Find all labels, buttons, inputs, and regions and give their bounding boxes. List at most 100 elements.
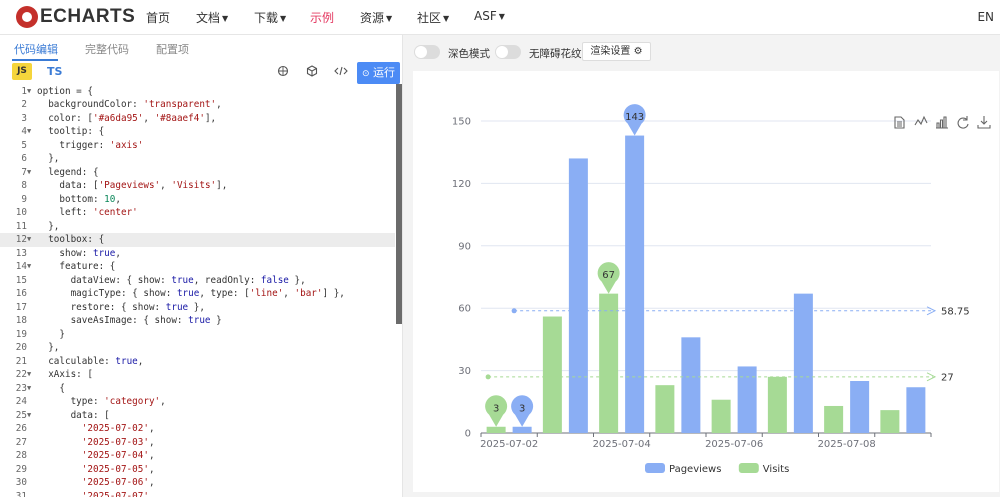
run-button[interactable]: ⊙ 运行: [357, 62, 400, 84]
code-line[interactable]: 17 restore: { show: true },: [0, 301, 395, 315]
lang-js-button[interactable]: JS: [12, 63, 32, 80]
echarts-logo[interactable]: ECHARTS: [16, 6, 135, 28]
line-number: 12: [15, 234, 27, 245]
y-tick-label: 90: [458, 241, 471, 252]
line-number: 5: [21, 139, 27, 151]
fold-icon[interactable]: ▼: [27, 125, 31, 139]
language-switch[interactable]: EN: [977, 10, 994, 24]
code-text: '2025-07-04',: [81, 450, 155, 461]
code-line[interactable]: 18 saveAsImage: { show: true }: [0, 314, 395, 328]
bar-pageviews: [681, 337, 701, 433]
render-settings-button[interactable]: 渲染设置 ⚙: [582, 42, 651, 61]
code-text: }: [37, 328, 65, 340]
code-line[interactable]: 6 },: [0, 152, 395, 166]
editor-scrollbar[interactable]: [396, 84, 402, 324]
code-text: xAxis: [: [37, 369, 93, 380]
code-line[interactable]: 29 '2025-07-05',: [0, 463, 395, 477]
bar-visits: [824, 405, 844, 433]
bar-visits: [880, 410, 900, 433]
code-line[interactable]: 28 '2025-07-04',: [0, 449, 395, 463]
data-view-icon[interactable]: [894, 116, 905, 129]
fold-icon[interactable]: ▼: [27, 166, 31, 180]
code-text: toolbox: {: [37, 234, 105, 245]
code-text: magicType: { show: true, type: ['line', …: [37, 288, 345, 299]
mark-point-pin: 3: [485, 395, 508, 427]
code-line[interactable]: 5 trigger: 'axis': [0, 139, 395, 153]
code-text: legend: {: [37, 166, 99, 178]
nav-examples[interactable]: 示例: [310, 9, 334, 26]
line-number: 18: [15, 315, 27, 326]
nav-community[interactable]: 社区 ▼: [417, 9, 449, 26]
restore-icon[interactable]: [957, 116, 969, 129]
nav-asf[interactable]: ASF ▼: [474, 9, 505, 23]
code-line[interactable]: 10 left: 'center': [0, 206, 395, 220]
code-line[interactable]: 13 show: true,: [0, 247, 395, 261]
line-number: 21: [15, 355, 27, 367]
code-icon[interactable]: [334, 65, 348, 80]
code-text: left: 'center': [37, 207, 138, 218]
code-line[interactable]: 26 '2025-07-02',: [0, 422, 395, 436]
line-number: 27: [15, 436, 27, 448]
line-number: 11: [15, 220, 27, 232]
mark-point-label: 143: [625, 112, 644, 123]
code-line[interactable]: 25 ▼ data: [: [0, 409, 395, 423]
code-text: backgroundColor: 'transparent',: [37, 99, 222, 110]
code-line[interactable]: 14 ▼ feature: {: [0, 260, 395, 274]
code-line[interactable]: 23 ▼ {: [0, 382, 395, 396]
line-number: 19: [15, 328, 27, 340]
mark-line-label: 27: [941, 372, 954, 383]
fold-icon[interactable]: ▼: [27, 233, 31, 247]
accessible-pattern-toggle[interactable]: [495, 45, 521, 59]
code-line[interactable]: 16 magicType: { show: true, type: ['line…: [0, 287, 395, 301]
save-image-icon[interactable]: [977, 116, 991, 129]
fold-icon[interactable]: ▼: [27, 368, 31, 382]
tab-code-edit[interactable]: 代码编辑: [14, 41, 58, 57]
line-number: 22: [15, 369, 27, 380]
mark-point-pin: 67: [597, 262, 620, 294]
line-number: 10: [15, 207, 27, 218]
nav-download[interactable]: 下载 ▼: [254, 9, 286, 26]
nav-home[interactable]: 首页: [146, 9, 170, 26]
code-line[interactable]: 22 ▼ xAxis: [: [0, 368, 395, 382]
code-line[interactable]: 20 },: [0, 341, 395, 355]
code-text: data: [: [37, 409, 110, 421]
code-text: feature: {: [37, 261, 116, 272]
cube-icon[interactable]: [306, 65, 318, 80]
code-line[interactable]: 15 dataView: { show: true, readOnly: fal…: [0, 274, 395, 288]
code-line[interactable]: 2 backgroundColor: 'transparent',: [0, 98, 395, 112]
bar-chart[interactable]: 0 30 60 90 120 150 2025-07-02 2025-07-04 2025-07…: [413, 71, 999, 492]
bar-chart-icon[interactable]: [936, 116, 948, 129]
caret-down-icon: ▼: [280, 14, 287, 23]
code-line[interactable]: 8 data: ['Pageviews', 'Visits'],: [0, 179, 395, 193]
code-line[interactable]: 3 color: ['#a6da95', '#8aaef4'],: [0, 112, 395, 126]
line-number: 17: [15, 301, 27, 313]
code-line[interactable]: 31 '2025-07-07',: [0, 490, 395, 497]
bar-pageviews: [793, 293, 813, 433]
code-text: color: ['#a6da95', '#8aaef4'],: [37, 112, 217, 124]
lang-ts-button[interactable]: TS: [47, 65, 62, 78]
code-line[interactable]: 24 type: 'category',: [0, 395, 395, 409]
code-line[interactable]: 9 bottom: 10,: [0, 193, 395, 207]
code-editor[interactable]: 31 '2025-07-07', 30 '2025-07-06', 29 '2025…: [0, 84, 403, 497]
line-number: 29: [15, 463, 27, 475]
code-line[interactable]: 21 calculable: true,: [0, 355, 395, 369]
code-line[interactable]: 19 }: [0, 328, 395, 342]
tab-options[interactable]: 配置项: [156, 41, 189, 57]
code-line[interactable]: 27 '2025-07-03',: [0, 436, 395, 450]
code-line[interactable]: 30 '2025-07-06',: [0, 476, 395, 490]
code-line[interactable]: 4 ▼ tooltip: {: [0, 125, 395, 139]
tab-full-code[interactable]: 完整代码: [85, 41, 129, 57]
dark-mode-toggle[interactable]: [414, 45, 440, 59]
code-line[interactable]: 7 ▼ legend: {: [0, 166, 395, 180]
code-line[interactable]: 12 ▼ toolbox: {: [0, 233, 395, 247]
format-icon[interactable]: [277, 65, 289, 80]
nav-docs[interactable]: 文档 ▼: [196, 9, 228, 26]
fold-icon[interactable]: ▼: [27, 260, 31, 274]
code-line[interactable]: 1 ▼ option = {: [0, 85, 395, 99]
logo-icon: [16, 6, 38, 28]
nav-resources[interactable]: 资源 ▼: [360, 9, 392, 26]
fold-icon[interactable]: ▼: [27, 382, 31, 396]
code-line[interactable]: 11 },: [0, 220, 395, 234]
fold-icon[interactable]: ▼: [27, 85, 31, 99]
fold-icon[interactable]: ▼: [27, 409, 31, 423]
